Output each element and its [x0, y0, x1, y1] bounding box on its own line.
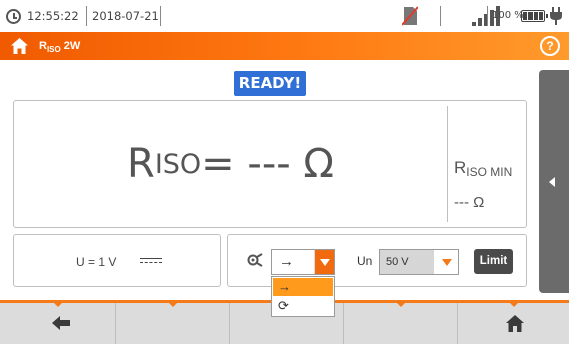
help-button[interactable]: ? — [540, 36, 560, 56]
chevron-down-icon[interactable] — [436, 250, 458, 274]
status-divider — [487, 6, 488, 26]
main-result: R ISO = --- Ω — [14, 101, 447, 227]
mode-option-continuous[interactable]: ⟳ — [273, 297, 333, 315]
status-divider — [160, 6, 161, 26]
side-panel-toggle[interactable] — [539, 70, 569, 293]
result-value: = --- Ω — [201, 141, 334, 187]
status-divider — [440, 6, 441, 26]
title-bar: RISO 2W ? — [0, 32, 569, 60]
voltage-value: U = 1 V — [76, 255, 117, 269]
result-panel: R ISO = --- Ω RISO MIN --- Ω — [13, 100, 527, 228]
back-arrow-icon — [52, 316, 70, 330]
home-icon — [506, 315, 524, 332]
power-plug-icon — [550, 7, 562, 25]
min-limit-label: RISO MIN — [454, 158, 513, 179]
chevron-down-icon[interactable] — [314, 250, 334, 274]
voltage-box: U = 1 V — [13, 234, 221, 287]
battery-icon — [521, 10, 548, 22]
clock-icon — [6, 9, 21, 24]
status-bar: 12:55:22 2018-07-21 100 % — [0, 0, 569, 32]
result-symbol: R — [127, 141, 155, 187]
battery-percent: 100 % — [492, 10, 524, 21]
test-voltage-value: 50 V — [380, 250, 434, 274]
measurement-mode-select[interactable]: → — [271, 249, 335, 275]
probe-icon — [247, 253, 263, 267]
status-date: 2018-07-21 — [92, 9, 159, 23]
test-voltage-select[interactable]: 50 V — [379, 249, 459, 275]
status-divider — [86, 6, 87, 26]
home-button[interactable] — [458, 303, 569, 344]
no-card-icon — [402, 6, 418, 26]
un-label: Un — [357, 254, 373, 268]
limit-button[interactable]: Limit — [474, 249, 513, 274]
mode-dropdown-list: → ⟳ — [271, 276, 335, 317]
page-title: RISO 2W — [39, 40, 81, 55]
back-button[interactable] — [0, 303, 116, 344]
panel-divider — [447, 106, 448, 222]
status-time: 12:55:22 — [27, 9, 79, 23]
mode-option-single[interactable]: → — [273, 278, 333, 296]
toolbar-button-4[interactable] — [344, 303, 458, 344]
mode-selected-value: → — [279, 253, 294, 270]
dc-symbol-icon — [140, 258, 162, 265]
result-symbol-sub: ISO — [154, 148, 202, 180]
ready-status-badge: READY! — [234, 71, 306, 96]
home-icon[interactable] — [10, 37, 29, 55]
toolbar-button-2[interactable] — [116, 303, 230, 344]
min-limit-value: --- Ω — [454, 194, 485, 211]
